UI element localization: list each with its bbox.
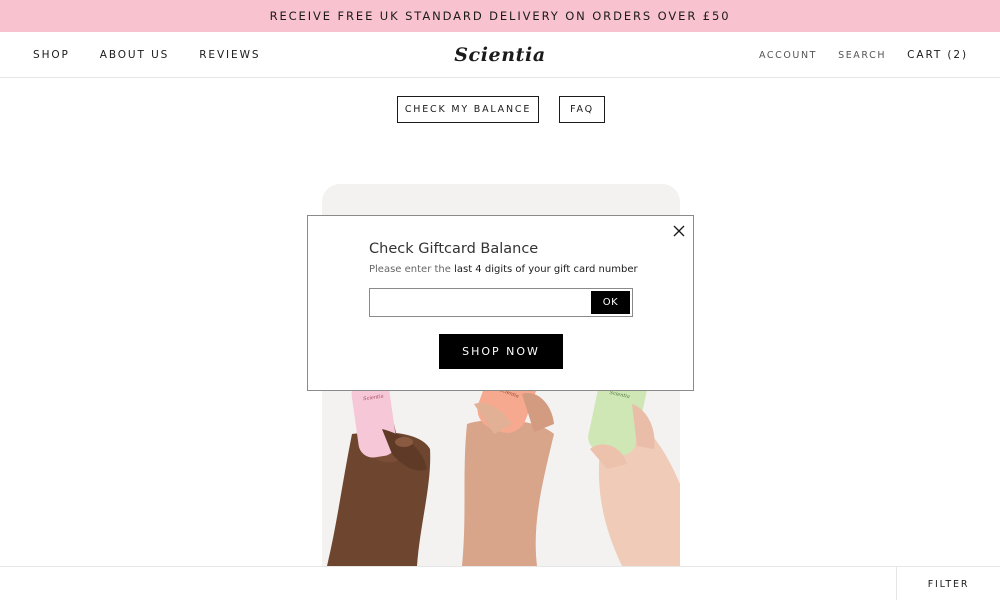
promo-text: RECEIVE FREE UK STANDARD DELIVERY ON ORD… [269, 9, 731, 23]
filter-button[interactable]: FILTER [896, 567, 1000, 600]
check-balance-button[interactable]: CHECK MY BALANCE [397, 96, 539, 123]
site-header: SHOP ABOUT US REVIEWS Scientia ACCOUNT S… [0, 32, 1000, 78]
giftcard-input-group: OK [369, 288, 633, 317]
close-icon[interactable] [672, 223, 686, 237]
shop-now-button[interactable]: SHOP NOW [439, 334, 563, 369]
nav-account[interactable]: ACCOUNT [759, 50, 817, 61]
bottom-toolbar: FILTER [0, 566, 1000, 600]
modal-title: Check Giftcard Balance [369, 241, 539, 257]
nav-cart[interactable]: CART (2) [907, 49, 968, 61]
check-balance-label: CHECK MY BALANCE [404, 104, 532, 115]
nav-search[interactable]: SEARCH [838, 50, 886, 61]
giftcard-digits-input[interactable] [370, 289, 590, 316]
site-logo[interactable]: Scientia [454, 44, 546, 66]
giftcard-balance-modal: Check Giftcard Balance Please enter the … [307, 215, 694, 391]
modal-subtitle-prefix: Please enter the [369, 264, 451, 275]
nav-reviews[interactable]: REVIEWS [199, 49, 260, 61]
faq-button[interactable]: FAQ [559, 96, 605, 123]
modal-subtitle: Please enter the last 4 digits of your g… [369, 264, 638, 275]
faq-label: FAQ [570, 104, 594, 115]
account-nav: ACCOUNT SEARCH CART (2) [738, 32, 968, 78]
nav-about-us[interactable]: ABOUT US [100, 49, 169, 61]
nav-shop[interactable]: SHOP [33, 49, 70, 61]
modal-subtitle-emphasis: last 4 digits of your gift card number [454, 264, 638, 275]
ok-button[interactable]: OK [591, 291, 630, 314]
main-nav: SHOP ABOUT US REVIEWS [33, 32, 290, 78]
promo-banner: RECEIVE FREE UK STANDARD DELIVERY ON ORD… [0, 0, 1000, 32]
filter-label: FILTER [927, 578, 970, 590]
